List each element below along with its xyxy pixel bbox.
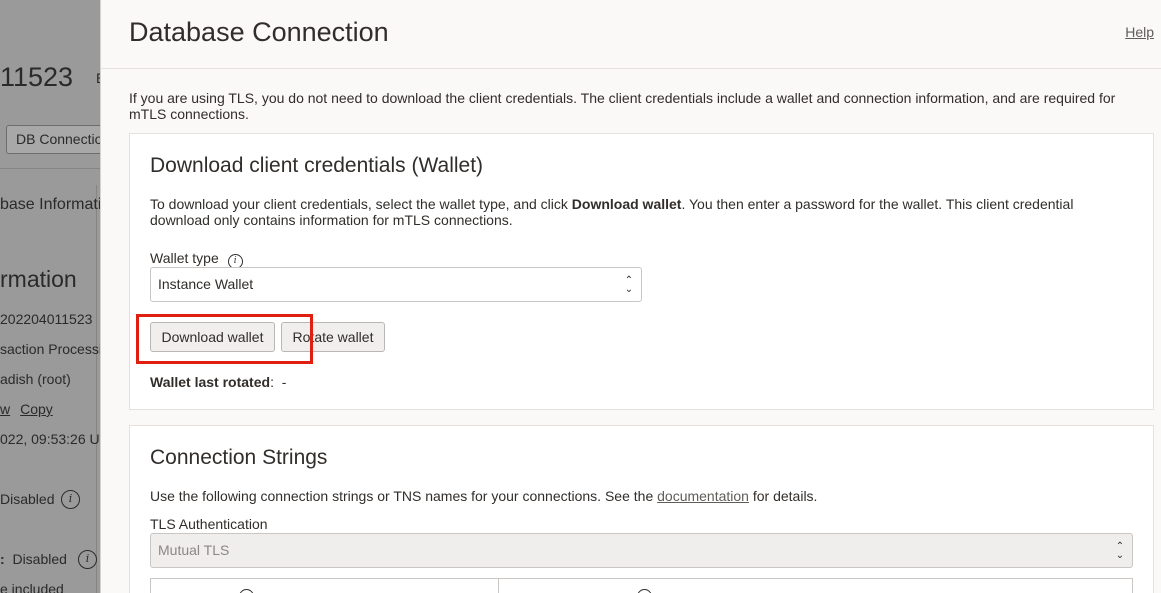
table-column-divider bbox=[498, 579, 499, 593]
wallet-card-title: Download client credentials (Wallet) bbox=[150, 154, 484, 177]
bg-info-line-links: w Copy bbox=[0, 401, 53, 417]
database-connection-panel: Database Connection Help If you are usin… bbox=[100, 0, 1161, 593]
info-icon[interactable] bbox=[637, 589, 652, 593]
help-link[interactable]: Help bbox=[1125, 24, 1154, 40]
page-title: Database Connection bbox=[129, 17, 389, 47]
bg-info-icon: i bbox=[78, 550, 97, 569]
wallet-last-rotated: Wallet last rotated: - bbox=[150, 374, 287, 390]
wallet-type-value: Instance Wallet bbox=[158, 276, 254, 292]
info-icon[interactable] bbox=[239, 589, 254, 593]
wallet-type-select[interactable]: Instance Wallet ⌃ ⌄ bbox=[150, 267, 642, 302]
bg-info-line: Disabled bbox=[0, 491, 55, 507]
tls-authentication-value: Mutual TLS bbox=[158, 542, 230, 558]
connection-strings-description: Use the following connection strings or … bbox=[150, 488, 818, 504]
background-page: 11523 E DB Connection base Information r… bbox=[0, 0, 100, 593]
bg-info-line: saction Processing bbox=[0, 341, 100, 357]
bg-view-link: w bbox=[0, 401, 11, 417]
panel-header: Database Connection Help bbox=[101, 0, 1161, 69]
bg-info-line: e included bbox=[0, 581, 64, 593]
wallet-card-description: To download your client credentials, sel… bbox=[150, 196, 1074, 228]
bg-divider bbox=[0, 168, 100, 169]
bg-info-line: : Disabled bbox=[0, 551, 67, 567]
tls-authentication-select[interactable]: Mutual TLS ⌃ ⌄ bbox=[150, 533, 1133, 568]
connection-strings-card: Connection Strings Use the following con… bbox=[129, 425, 1154, 593]
bg-info-icon: i bbox=[61, 490, 80, 509]
documentation-link[interactable]: documentation bbox=[657, 488, 749, 504]
connection-strings-table bbox=[150, 578, 1133, 593]
bg-info-line: 202204011523 bbox=[0, 311, 93, 327]
bg-info-line: adish (root) bbox=[0, 371, 71, 387]
bg-info-line: 022, 09:53:26 UTC bbox=[0, 431, 100, 447]
download-wallet-button[interactable]: Download wallet bbox=[150, 322, 275, 352]
bg-copy-link: Copy bbox=[20, 401, 53, 417]
bg-tab-information: base Information bbox=[0, 196, 100, 213]
bg-section-heading: rmation bbox=[0, 266, 77, 292]
wallet-card: Download client credentials (Wallet) To … bbox=[129, 133, 1154, 410]
bg-vertical-divider bbox=[96, 185, 97, 593]
bg-database-id: 11523 bbox=[0, 62, 74, 92]
rotate-wallet-button[interactable]: Rotate wallet bbox=[281, 322, 385, 352]
connection-strings-title: Connection Strings bbox=[150, 446, 328, 469]
intro-text: If you are using TLS, you do not need to… bbox=[129, 90, 1116, 122]
tls-authentication-label: TLS Authentication bbox=[150, 516, 268, 532]
bg-db-connection-button: DB Connection bbox=[6, 125, 100, 154]
